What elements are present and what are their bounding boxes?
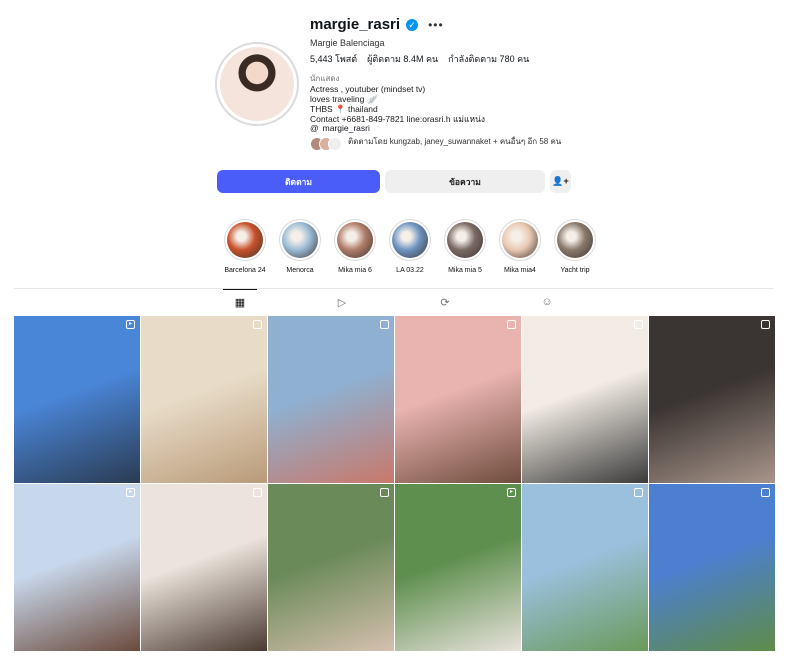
- highlight-cover: [499, 219, 541, 261]
- followers-count[interactable]: ผู้ติดตาม 8.4M คน: [367, 52, 438, 66]
- username-row: margie_rasri ✓ •••: [310, 16, 444, 33]
- avatar: [328, 137, 342, 151]
- post-thumbnail[interactable]: [141, 316, 267, 483]
- post-thumbnail[interactable]: [395, 316, 521, 483]
- highlight-cover: [334, 219, 376, 261]
- highlight-label: LA 03.22: [396, 267, 424, 274]
- post-thumbnail[interactable]: ▸: [395, 484, 521, 651]
- highlight-cover: [389, 219, 431, 261]
- highlight-image: [557, 222, 593, 258]
- highlight-image: [502, 222, 538, 258]
- avatar-image: [220, 47, 294, 121]
- full-name: Margie Balenciaga: [310, 38, 385, 48]
- highlight-item[interactable]: Barcelona 24: [222, 219, 268, 274]
- reposts-icon: ⟳: [440, 296, 450, 309]
- highlight-cover: [444, 219, 486, 261]
- post-thumbnail[interactable]: [141, 484, 267, 651]
- highlight-image: [337, 222, 373, 258]
- highlight-label: Mika mia 5: [448, 267, 482, 274]
- highlight-image: [227, 222, 263, 258]
- bio-line: loves traveling 🪽: [310, 94, 378, 104]
- highlight-label: Yacht trip: [560, 267, 590, 274]
- carousel-icon: [634, 320, 643, 329]
- threads-icon: @: [310, 123, 319, 133]
- threads-link[interactable]: @ margie_rasri: [310, 123, 370, 133]
- bio-line: Actress , youtuber (mindset tv): [310, 84, 426, 94]
- highlight-label: Mika mia4: [504, 267, 536, 274]
- highlight-cover: [554, 219, 596, 261]
- highlight-image: [447, 222, 483, 258]
- carousel-icon: [380, 320, 389, 329]
- reel-icon: ▸: [126, 488, 135, 497]
- person-plus-icon: 👤+: [552, 176, 569, 186]
- bio-line: THBS 📍 thailand: [310, 104, 378, 114]
- posts-grid-icon: ▦: [234, 297, 246, 309]
- followed-by-text: ติดตามโดย kungzab, janey_suwannaket + คน…: [348, 137, 562, 146]
- post-thumbnail[interactable]: [522, 316, 648, 483]
- tab-posts[interactable]: ▦: [223, 289, 257, 315]
- carousel-icon: [761, 320, 770, 329]
- reel-icon: ▸: [126, 320, 135, 329]
- carousel-icon: [634, 488, 643, 497]
- threads-handle: margie_rasri: [322, 123, 370, 133]
- highlight-cover: [224, 219, 266, 261]
- verified-badge-icon: ✓: [406, 18, 419, 31]
- more-options-icon[interactable]: •••: [428, 18, 444, 32]
- posts-count: 5,443 โพสต์: [310, 54, 358, 64]
- tab-reels[interactable]: ▷: [325, 289, 359, 315]
- post-thumbnail[interactable]: [522, 484, 648, 651]
- highlight-image: [282, 222, 318, 258]
- profile-stats: 5,443 โพสต์ ผู้ติดตาม 8.4M คน กำลังติดตา…: [310, 52, 529, 66]
- post-thumbnail[interactable]: ▸: [14, 316, 140, 483]
- reels-icon: ▷: [337, 296, 347, 309]
- post-thumbnail[interactable]: [649, 484, 775, 651]
- carousel-icon: [253, 488, 262, 497]
- suggested-accounts-button[interactable]: 👤+: [550, 170, 571, 193]
- highlight-item[interactable]: Mika mia4: [497, 219, 543, 274]
- carousel-icon: [380, 488, 389, 497]
- profile-tabs: ▦ ▷ ⟳ ☺: [14, 288, 774, 314]
- profile-avatar[interactable]: [215, 42, 299, 126]
- highlight-cover: [279, 219, 321, 261]
- carousel-icon: [253, 320, 262, 329]
- tab-reposts[interactable]: ⟳: [428, 289, 462, 315]
- story-highlights: Barcelona 24 Menorca Mika mia 6 LA 03.22 Mik…: [222, 219, 598, 274]
- post-thumbnail[interactable]: [649, 316, 775, 483]
- tab-tagged[interactable]: ☺: [530, 289, 564, 315]
- followed-by[interactable]: ติดตามโดย kungzab, janey_suwannaket + คน…: [310, 137, 575, 151]
- bio: Actress , youtuber (mindset tv) loves tr…: [310, 84, 485, 124]
- carousel-icon: [507, 320, 516, 329]
- highlight-item[interactable]: LA 03.22: [387, 219, 433, 274]
- username: margie_rasri: [310, 16, 401, 33]
- mutual-avatars: [310, 137, 342, 151]
- highlight-item[interactable]: Mika mia 5: [442, 219, 488, 274]
- highlight-item[interactable]: Mika mia 6: [332, 219, 378, 274]
- follow-button[interactable]: ติดตาม: [217, 170, 380, 193]
- highlight-item[interactable]: Menorca: [277, 219, 323, 274]
- post-thumbnail[interactable]: [268, 484, 394, 651]
- highlight-label: Mika mia 6: [338, 267, 372, 274]
- highlight-image: [392, 222, 428, 258]
- posts-grid: ▸ ▸ ▸: [14, 316, 775, 651]
- following-count[interactable]: กำลังติดตาม 780 คน: [448, 52, 529, 66]
- post-thumbnail[interactable]: ▸: [14, 484, 140, 651]
- reel-icon: ▸: [507, 488, 516, 497]
- highlight-item[interactable]: Yacht trip: [552, 219, 598, 274]
- highlight-label: Barcelona 24: [224, 267, 266, 274]
- carousel-icon: [761, 488, 770, 497]
- tagged-icon: ☺: [541, 296, 553, 308]
- highlight-label: Menorca: [286, 267, 314, 274]
- post-thumbnail[interactable]: [268, 316, 394, 483]
- message-button[interactable]: ข้อความ: [385, 170, 545, 193]
